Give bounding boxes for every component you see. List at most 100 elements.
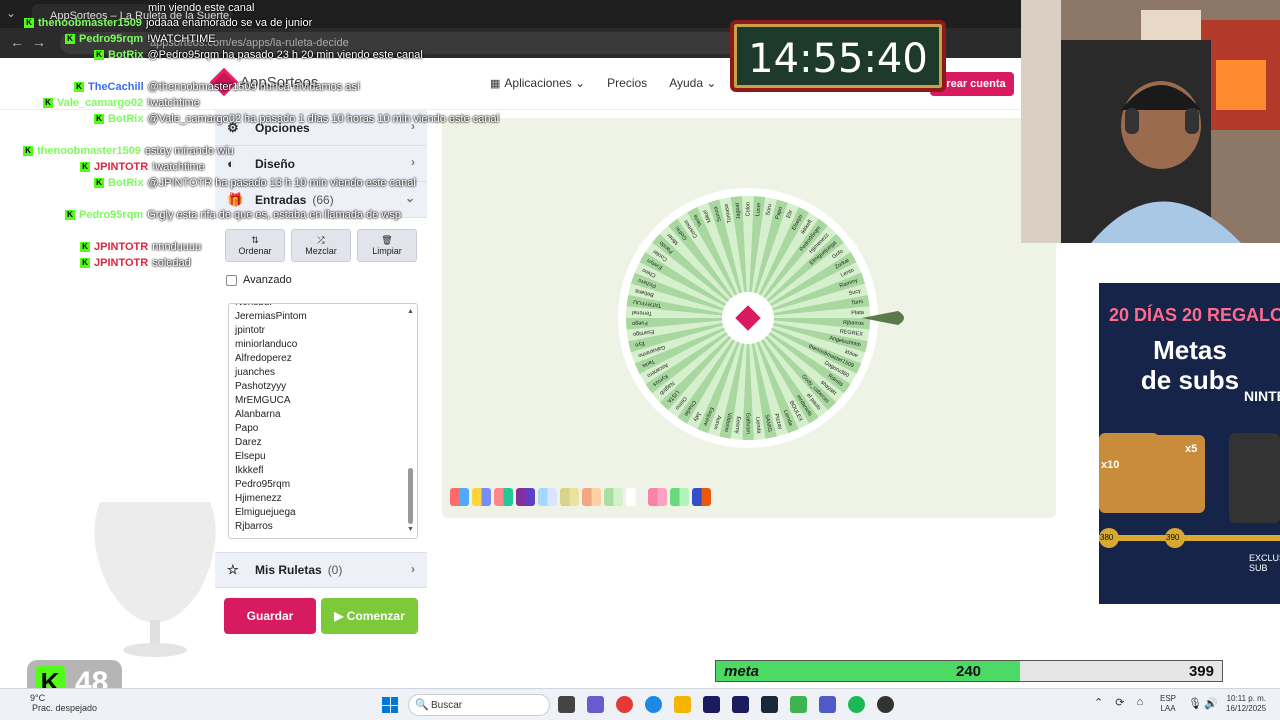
chrome-icon[interactable] xyxy=(616,696,633,713)
chevron-up-icon[interactable]: ⌃ xyxy=(1094,696,1103,709)
clear-button[interactable]: 🗑 Limpiar xyxy=(357,229,417,262)
speaker-icon[interactable]: 🔊 xyxy=(1204,697,1218,710)
entry-item: juanches xyxy=(235,367,276,378)
tab-list-icon[interactable]: ⌄ xyxy=(6,6,16,20)
kick-badge-icon: K xyxy=(23,146,33,157)
system-tray: ⌃ ⟳ ⌂ xyxy=(1094,696,1143,709)
kick-badge-icon: K xyxy=(94,178,104,189)
entry-item: Pashotzyyy xyxy=(235,381,287,392)
chevron-down-icon: ⌄ xyxy=(404,191,415,205)
entry-item: Ikkkefl xyxy=(235,465,264,476)
kick-badge-icon: K xyxy=(43,98,53,109)
palette-swatch[interactable] xyxy=(516,488,535,506)
palette-swatch[interactable] xyxy=(450,488,469,506)
avanzado-checkbox[interactable] xyxy=(226,274,237,286)
palette-swatch[interactable] xyxy=(626,488,645,506)
ad-brand: NINTE SWITC xyxy=(1244,388,1280,404)
kick-badge-icon: K xyxy=(94,114,104,125)
obs-icon[interactable] xyxy=(877,696,894,713)
entries-textarea[interactable]: NensburJeremiasPintom jpintotr miniorlandu… xyxy=(228,303,418,539)
nav-aplicaciones[interactable]: ▦ Aplicaciones ⌄ xyxy=(490,76,585,90)
chat-message: K BotRix @Vale_camargo02 ha pasado 1 días … xyxy=(94,113,499,125)
kick-badge-icon: K xyxy=(24,18,34,29)
entries-scrollbar[interactable]: ▲ ▼ xyxy=(407,308,414,534)
start-button[interactable] xyxy=(382,697,398,713)
chat-username: JPINTOTR xyxy=(94,257,149,269)
chat-message: K JPINTOTR soledad xyxy=(80,257,191,269)
entry-item: Alanbarna xyxy=(235,409,281,420)
ad-point-1: 380 xyxy=(1100,533,1114,542)
kick-badge-icon: K xyxy=(74,82,84,93)
copilot-icon[interactable] xyxy=(587,696,604,713)
palette-swatch[interactable] xyxy=(560,488,579,506)
sort-button[interactable]: ⇅ Ordenar xyxy=(225,229,285,262)
sync-icon[interactable]: ⟳ xyxy=(1115,696,1124,709)
chat-text: jodaaa enamorado se va de junior xyxy=(145,17,313,29)
clock[interactable]: 10:11 p. m. 16/12/2025 xyxy=(1226,694,1266,714)
accordion-mis-ruletas[interactable]: ☆ Mis Ruletas (0) › xyxy=(215,552,427,588)
taskbar: 9°C Prac. despejado 🔍 Buscar ⌃ ⟳ ⌂ ESP L… xyxy=(0,688,1280,720)
language-indicator[interactable]: ESP LAA xyxy=(1160,694,1176,714)
chat-text: @Vale_camargo02 ha pasado 1 días 10 hora… xyxy=(147,113,500,125)
chat-username: JPINTOTR xyxy=(94,161,149,173)
shuffle-button[interactable]: ⤮ Mezclar xyxy=(291,229,351,262)
scroll-down-icon[interactable]: ▼ xyxy=(407,526,414,533)
chat-text: @thenoobmaster1509 nunca olvidamos así xyxy=(147,81,360,93)
start-button[interactable]: ▶ Comenzar xyxy=(321,598,418,634)
grid-icon: ▦ xyxy=(490,78,501,90)
nav-ayuda[interactable]: Ayuda ⌄ xyxy=(669,76,716,90)
palette-swatch[interactable] xyxy=(494,488,513,506)
chat-username: thenoobmaster1509 xyxy=(37,145,141,157)
wheel-label: Gathrom xyxy=(745,413,751,435)
entry-item: Papo xyxy=(235,423,259,434)
steam-icon[interactable] xyxy=(761,696,778,713)
chat-username: BotRix xyxy=(108,113,144,125)
palette-swatch[interactable] xyxy=(648,488,667,506)
entry-item: Nensbur xyxy=(235,304,307,310)
palette-swatch[interactable] xyxy=(692,488,711,506)
wheel-label: Rjbarros xyxy=(843,320,864,327)
chat-username: thenoobmaster1509 xyxy=(38,17,142,29)
chat-username: TheCachill xyxy=(88,81,144,93)
audition-icon[interactable] xyxy=(732,696,749,713)
scroll-up-icon[interactable]: ▲ xyxy=(407,308,414,315)
taskbar-apps xyxy=(558,696,894,713)
wheel-area: Rjbarros REGREX Angelushhhh khloe thenoobmas… xyxy=(442,118,1056,518)
ad-badge-1: x10 xyxy=(1101,459,1120,471)
palette-swatch[interactable] xyxy=(604,488,623,506)
premiere-icon[interactable] xyxy=(703,696,720,713)
entry-item: Alfredoperez xyxy=(235,353,292,364)
avanzado-toggle[interactable]: Avanzado xyxy=(226,274,292,286)
palette-swatches xyxy=(450,488,711,506)
weather-widget[interactable]: 9°C Prac. despejado xyxy=(10,693,97,713)
folder-icon[interactable] xyxy=(674,696,691,713)
chat-text: estoy mirando wiu xyxy=(144,145,234,157)
mic-icon[interactable]: 🎙 xyxy=(1188,697,1202,710)
scroll-thumb[interactable] xyxy=(408,468,413,524)
entry-item: Hjimenezz xyxy=(235,493,282,504)
spotify-icon[interactable] xyxy=(848,696,865,713)
taskbar-search[interactable]: 🔍 Buscar xyxy=(408,694,550,716)
back-icon[interactable]: ← xyxy=(10,34,24,50)
teams-icon[interactable] xyxy=(819,696,836,713)
wheel-label: Fuego xyxy=(632,319,648,326)
chat-text: Grgly esta rifa de que es, estaba en lla… xyxy=(147,209,401,221)
edge-icon[interactable] xyxy=(645,696,662,713)
palette-swatch[interactable] xyxy=(670,488,689,506)
chat-message: Kthenoobmaster1509 jodaaa enamorado se va… xyxy=(24,17,312,29)
network-icon[interactable]: ⌂ xyxy=(1136,696,1143,709)
chat-message: K TheCachill @thenoobmaster1509 nunca olvi… xyxy=(74,81,360,93)
wheel[interactable]: RjbarrosREGREXAngelushhhhkhloethenoobmas… xyxy=(442,118,1056,478)
search-icon: 🔍 xyxy=(415,699,429,711)
terminal-icon[interactable] xyxy=(558,696,575,713)
webcam-image xyxy=(1021,0,1280,243)
forward-icon[interactable]: → xyxy=(32,34,46,50)
palette-swatch[interactable] xyxy=(582,488,601,506)
palette-swatch[interactable] xyxy=(538,488,557,506)
palette-swatch[interactable] xyxy=(472,488,491,506)
kick-badge-icon: K xyxy=(80,258,90,269)
save-button[interactable]: Guardar xyxy=(224,598,316,634)
wheel-label: Plata xyxy=(851,310,865,317)
nav-precios[interactable]: Precios xyxy=(607,76,647,90)
xbox-icon[interactable] xyxy=(790,696,807,713)
